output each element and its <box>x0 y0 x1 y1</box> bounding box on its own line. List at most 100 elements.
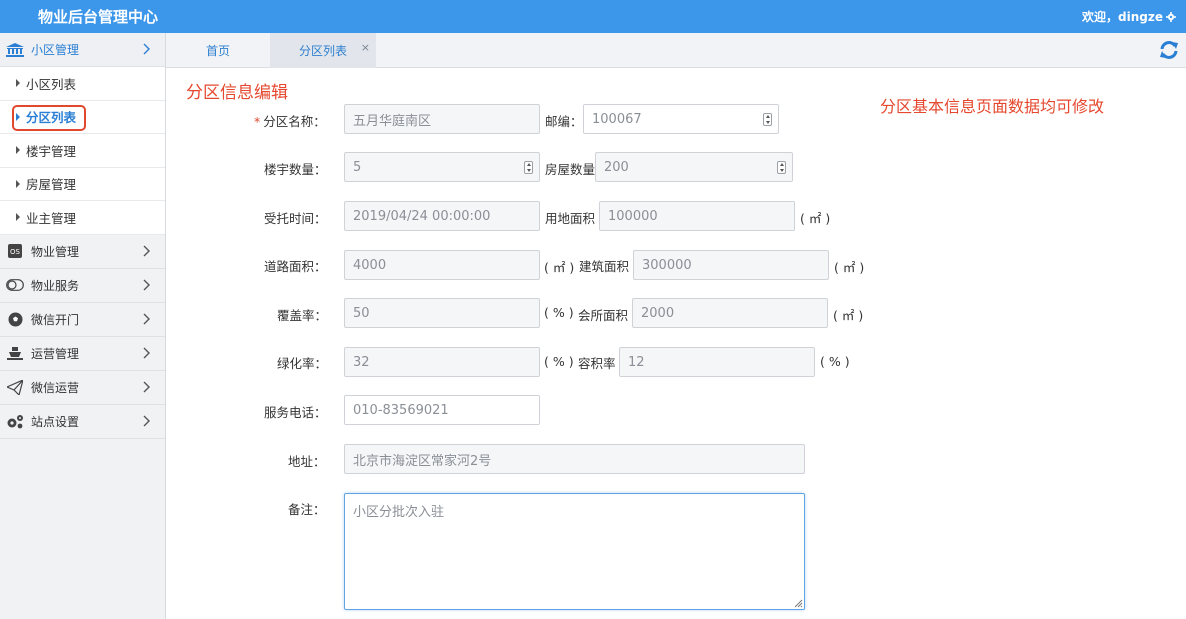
sidebar-section-wechat-ops[interactable]: 微信运营 <box>0 371 165 405</box>
postcode-value: 100067 <box>592 111 642 127</box>
caret-right-icon <box>16 213 20 222</box>
chevron-right-icon <box>143 279 150 290</box>
tab-bar: 首页 分区列表 × <box>166 33 1186 68</box>
sidebar-section-label: 物业管理 <box>31 244 80 259</box>
club-area-label: 会所面积 <box>578 308 629 323</box>
chevron-right-icon <box>143 415 150 426</box>
coverage-label: 覆盖率： <box>277 308 328 323</box>
app-title: 物业后台管理中心 <box>38 8 159 26</box>
svg-text:OS: OS <box>10 248 21 256</box>
ship-icon <box>6 345 24 361</box>
sidebar-item-partition-list[interactable]: 分区列表 <box>0 101 165 134</box>
sidebar-section-operations[interactable]: 运营管理 <box>0 337 165 371</box>
required-asterisk: * <box>254 114 261 129</box>
partition-name-label: * 分区名称： <box>254 111 326 130</box>
main-content: 分区信息编辑 分区基本信息页面数据均可修改 * 分区名称： 五月华庭南区 邮编： … <box>166 68 1186 619</box>
sidebar-section-label: 小区管理 <box>31 43 80 57</box>
sidebar-section-wechat-door[interactable]: 微信开门 <box>0 303 165 337</box>
tab-label: 分区列表 <box>298 44 347 58</box>
chevron-right-icon <box>143 313 150 324</box>
green-unit: ( % ) <box>544 354 574 369</box>
gear-icon[interactable] <box>1166 11 1176 22</box>
bank-icon <box>6 42 24 58</box>
sidebar-submenu: 小区列表 分区列表 楼宇管理 房屋管理 业主管理 <box>0 67 165 235</box>
sidebar-item-label: 楼宇管理 <box>26 143 77 159</box>
spinner-icon[interactable] <box>777 161 786 174</box>
sidebar-section-label: 微信开门 <box>31 312 80 327</box>
sidebar: 小区管理 小区列表 分区列表 楼宇管理 房屋管理 业主管理 OS 物业管理 物业… <box>0 33 166 619</box>
welcome-text: 欢迎，dingze <box>1082 10 1163 24</box>
remark-textarea[interactable]: 小区分批次入驻 <box>344 493 805 610</box>
partition-name-field[interactable]: 五月华庭南区 <box>344 104 540 134</box>
house-count-field[interactable]: 200 <box>595 152 793 182</box>
toggle-icon <box>6 277 24 293</box>
sidebar-section-service[interactable]: 物业服务 <box>0 269 165 303</box>
caret-right-icon <box>16 179 20 188</box>
land-area-field[interactable]: 100000 <box>599 201 795 231</box>
phone-label: 服务电话： <box>264 405 327 420</box>
user-menu[interactable]: 欢迎，dingze <box>1082 8 1176 25</box>
remark-label: 备注： <box>288 502 326 517</box>
entrust-time-field[interactable]: 2019/04/24 00:00:00 <box>344 201 540 231</box>
land-area-unit: ( ㎡ ) <box>800 211 831 226</box>
top-bar: 物业后台管理中心 欢迎，dingze <box>0 0 1186 33</box>
refresh-icon[interactable] <box>1158 39 1180 61</box>
building-count-field[interactable]: 5 <box>344 152 540 182</box>
sidebar-item-label: 业主管理 <box>26 210 77 226</box>
caret-right-icon <box>16 79 20 88</box>
entrust-time-label: 受托时间： <box>264 211 327 226</box>
coverage-field[interactable]: 50 <box>344 298 540 328</box>
address-field[interactable]: 北京市海淀区常家河2号 <box>344 444 805 474</box>
floor-area-unit: ( ㎡ ) <box>834 260 865 275</box>
close-icon[interactable]: × <box>361 41 370 54</box>
tab-partition-list[interactable]: 分区列表 × <box>270 33 376 68</box>
building-count-label: 楼宇数量： <box>264 162 327 177</box>
sidebar-section-community[interactable]: 小区管理 <box>0 33 165 67</box>
house-count-value: 200 <box>604 159 629 175</box>
postcode-field[interactable]: 100067 <box>583 104 779 134</box>
page-title: 分区信息编辑 <box>186 83 288 103</box>
sidebar-item-building-mgmt[interactable]: 楼宇管理 <box>0 134 165 168</box>
sidebar-section-site-settings[interactable]: 站点设置 <box>0 405 165 439</box>
green-field[interactable]: 32 <box>344 347 540 377</box>
highlight-box <box>12 104 86 131</box>
sidebar-section-label: 微信运营 <box>31 380 80 395</box>
road-area-field[interactable]: 4000 <box>344 250 540 280</box>
plot-ratio-field[interactable]: 12 <box>619 347 815 377</box>
os-badge-icon: OS <box>6 243 24 259</box>
remark-value: 小区分批次入驻 <box>353 505 445 520</box>
spinner-icon[interactable] <box>524 161 533 174</box>
road-area-label: 道路面积： <box>264 259 327 274</box>
club-area-unit: ( ㎡ ) <box>833 308 864 323</box>
sidebar-item-house-mgmt[interactable]: 房屋管理 <box>0 168 165 201</box>
sidebar-item-label: 房屋管理 <box>26 177 77 193</box>
floor-area-label: 建筑面积 <box>579 259 630 274</box>
spinner-icon[interactable] <box>763 113 772 126</box>
phone-field[interactable]: 010-83569021 <box>344 395 540 425</box>
caret-right-icon <box>16 146 20 155</box>
chevron-right-icon <box>143 43 150 55</box>
green-label: 绿化率： <box>277 356 328 371</box>
floor-area-field[interactable]: 300000 <box>633 250 829 280</box>
sidebar-item-owner-mgmt[interactable]: 业主管理 <box>0 201 165 235</box>
plot-ratio-label: 容积率 <box>578 356 616 371</box>
road-area-unit: ( ㎡ ) <box>544 260 575 275</box>
sidebar-section-label: 运营管理 <box>31 346 80 361</box>
sidebar-section-property[interactable]: OS 物业管理 <box>0 235 165 269</box>
building-count-value: 5 <box>353 159 362 175</box>
annotation-note: 分区基本信息页面数据均可修改 <box>880 97 1105 116</box>
club-area-field[interactable]: 2000 <box>632 298 828 328</box>
land-area-label: 用地面积 <box>545 211 596 226</box>
coverage-unit: ( % ) <box>544 305 574 320</box>
sidebar-section-label: 站点设置 <box>31 414 80 429</box>
plot-ratio-unit: ( % ) <box>820 354 850 369</box>
chevron-right-icon <box>143 381 150 392</box>
resize-grip-icon[interactable] <box>793 598 803 608</box>
chevron-right-icon <box>143 347 150 358</box>
sidebar-item-community-list[interactable]: 小区列表 <box>0 67 165 101</box>
address-label: 地址： <box>288 454 326 469</box>
sidebar-item-label: 小区列表 <box>26 76 77 92</box>
tab-home[interactable]: 首页 <box>166 33 270 68</box>
postcode-label: 邮编： <box>545 114 583 129</box>
paper-plane-icon <box>6 379 24 395</box>
